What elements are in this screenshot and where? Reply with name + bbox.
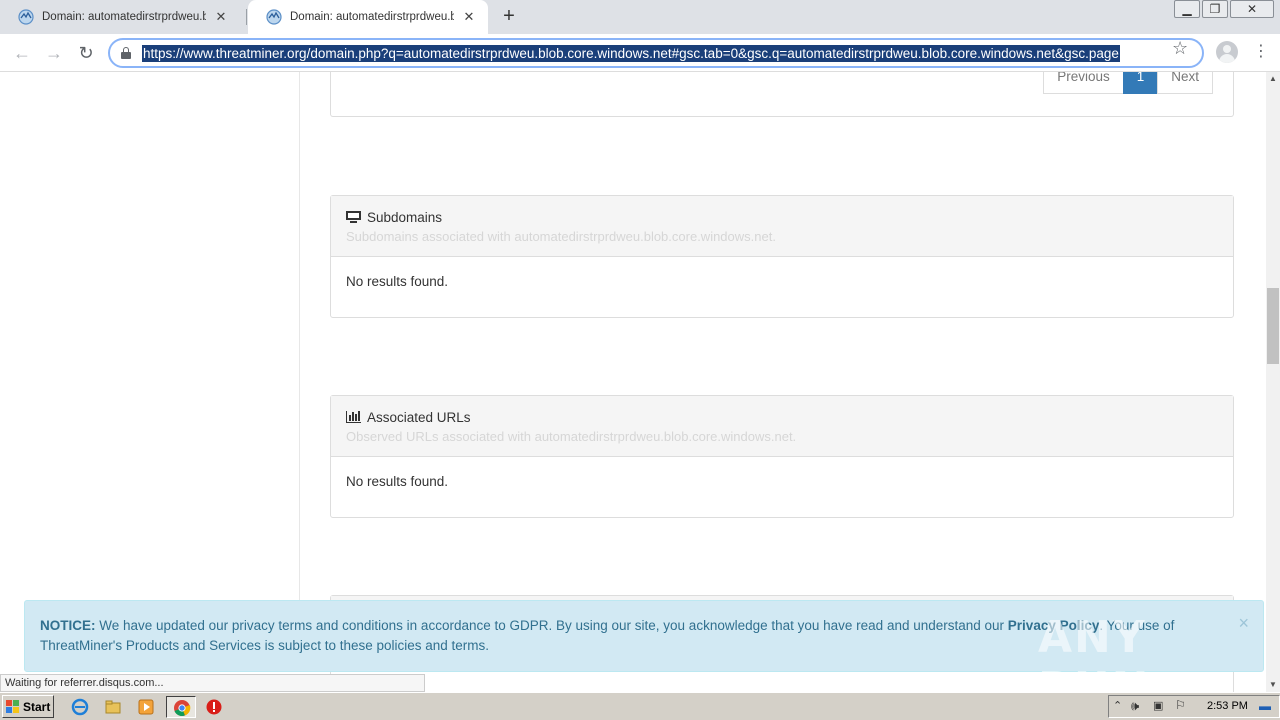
windows-flag-icon	[6, 699, 20, 714]
associated-urls-body: No results found.	[346, 474, 449, 489]
threatminer-favicon-icon	[18, 9, 34, 25]
minimize-icon: ▁	[1182, 2, 1192, 16]
close-window-button[interactable]: ✕	[1230, 0, 1274, 18]
url-text[interactable]: https://www.threatminer.org/domain.php?q…	[142, 45, 1120, 62]
reload-button[interactable]: ↻	[74, 42, 98, 64]
restore-button[interactable]: ❐	[1202, 0, 1228, 18]
subdomains-subtitle: Subdomains associated with automatedirst…	[346, 229, 776, 244]
chrome-icon	[174, 700, 191, 717]
browser-toolbar: ← → ↻ https://www.threatminer.org/domain…	[0, 34, 1280, 72]
start-label: Start	[23, 699, 51, 714]
tab-1[interactable]: Domain: automatedirstrprdweu.blob ✕	[0, 0, 240, 34]
new-tab-button[interactable]: +	[498, 5, 520, 27]
restore-icon: ❐	[1209, 2, 1221, 16]
subdomains-body: No results found.	[346, 274, 449, 289]
close-icon: ✕	[1246, 2, 1258, 16]
forward-button[interactable]: →	[42, 42, 66, 64]
minimize-button[interactable]: ▁	[1174, 0, 1200, 18]
lock-icon	[121, 47, 131, 59]
left-sidebar	[0, 72, 300, 600]
monitor-icon	[346, 211, 361, 223]
back-button[interactable]: ←	[10, 42, 34, 64]
tray-expand-icon[interactable]: ⌃	[1113, 699, 1122, 712]
panel-title: Associated URLs	[346, 408, 1218, 426]
scroll-up-icon[interactable]: ▲	[1266, 72, 1280, 86]
tab-close-icon[interactable]: ✕	[212, 9, 230, 25]
chrome-taskbar-button[interactable]	[166, 696, 196, 718]
tab-title: Domain: automatedirstrprdweu.blob	[42, 11, 206, 23]
bar-chart-icon	[346, 411, 361, 423]
web-page: Previous 1 Next Subdomains Subdomains as…	[0, 72, 1266, 692]
internet-explorer-icon[interactable]	[71, 698, 89, 716]
previous-panel: Previous 1 Next	[330, 72, 1234, 117]
action-center-flag-icon[interactable]: ⚐	[1175, 698, 1186, 712]
file-explorer-icon[interactable]	[104, 698, 122, 716]
status-bar: Waiting for referrer.disqus.com...	[0, 674, 425, 692]
anyrun-watermark: ANY RUN	[1038, 612, 1151, 692]
associated-urls-subtitle: Observed URLs associated with automatedi…	[346, 429, 797, 444]
network-icon[interactable]: ▣	[1153, 699, 1163, 712]
window-controls: ▁ ❐ ✕	[1172, 0, 1274, 18]
panel-heading: Subdomains Subdomains associated with au…	[331, 196, 1233, 257]
tab-strip: Domain: automatedirstrprdweu.blob ✕ Doma…	[0, 0, 1280, 34]
notice-text: We have updated our privacy terms and co…	[95, 618, 1008, 633]
panel-heading: Associated URLs Observed URLs associated…	[331, 396, 1233, 457]
show-desktop-icon[interactable]: ▬	[1259, 699, 1271, 713]
media-player-icon[interactable]	[137, 698, 155, 716]
taskbar-clock[interactable]: 2:53 PM	[1207, 700, 1248, 712]
tab-title: Domain: automatedirstrprdweu.blob	[290, 11, 454, 23]
profile-avatar-icon[interactable]	[1216, 41, 1238, 63]
pagination-next[interactable]: Next	[1157, 72, 1213, 94]
scroll-thumb[interactable]	[1267, 288, 1279, 364]
panel-title: Subdomains	[346, 208, 1218, 226]
associated-urls-panel: Associated URLs Observed URLs associated…	[330, 395, 1234, 518]
volume-icon[interactable]: 🕪	[1131, 698, 1139, 714]
tab-2[interactable]: Domain: automatedirstrprdweu.blob ✕	[248, 0, 488, 34]
tab-close-icon[interactable]: ✕	[460, 9, 478, 25]
address-bar[interactable]: https://www.threatminer.org/domain.php?q…	[108, 38, 1204, 68]
system-tray: ⌃ 🕪 ▣ ⚐ ▬	[1108, 695, 1280, 718]
pagination: Previous 1 Next	[1043, 72, 1213, 94]
menu-kebab-icon[interactable]: ⋮	[1253, 42, 1269, 62]
stop-app-icon[interactable]	[205, 698, 223, 716]
associated-urls-title: Associated URLs	[367, 409, 471, 425]
notice-label: NOTICE:	[40, 618, 96, 633]
bookmark-star-icon[interactable]: ☆	[1172, 38, 1188, 59]
subdomains-panel: Subdomains Subdomains associated with au…	[330, 195, 1234, 318]
subdomains-title: Subdomains	[367, 209, 443, 225]
start-button[interactable]: Start	[2, 695, 54, 718]
vertical-scrollbar[interactable]: ▲ ▼	[1266, 72, 1280, 692]
scroll-down-icon[interactable]: ▼	[1266, 678, 1280, 692]
screen: Domain: automatedirstrprdweu.blob ✕ Doma…	[0, 0, 1280, 720]
threatminer-favicon-icon	[266, 9, 282, 25]
tab-separator	[246, 9, 247, 25]
pagination-current[interactable]: 1	[1122, 72, 1159, 94]
pagination-previous[interactable]: Previous	[1043, 72, 1124, 94]
taskbar: Start ⌃ 🕪 ▣ ⚐ ▬ 2:53 PM	[0, 692, 1280, 720]
